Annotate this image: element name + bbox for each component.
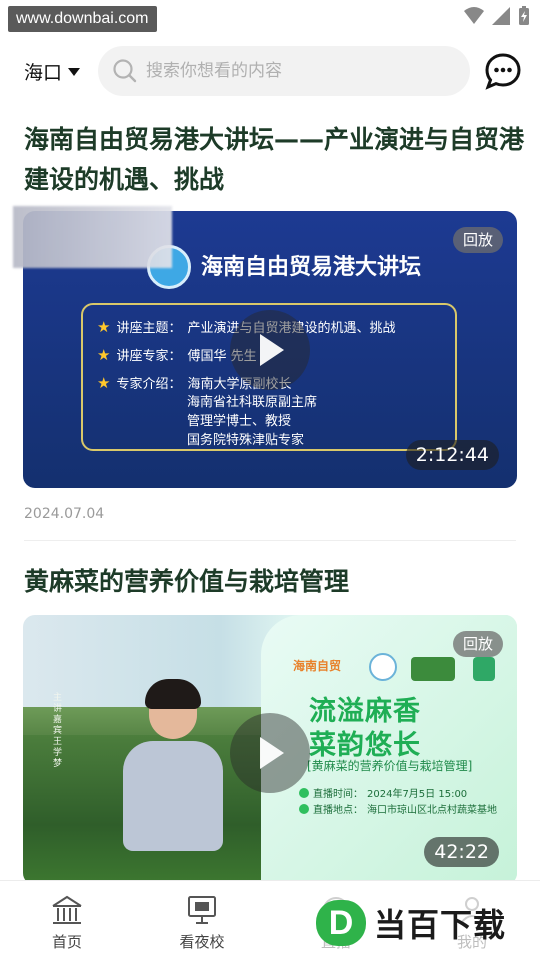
partner-logo [473, 657, 495, 681]
monitor-icon [188, 896, 216, 924]
battery-icon [519, 6, 529, 25]
status-icons [464, 6, 530, 26]
line-label: 讲座专家： [116, 349, 182, 364]
star-icon: ★ [97, 318, 111, 336]
thumbnail-subline: 管理学博士、教授 [187, 414, 292, 429]
replay-badge: 回放 [452, 631, 503, 657]
caret-down-icon [68, 67, 81, 76]
poster-subtitle: [黄麻菜的营养价值与栽培管理] [307, 759, 473, 773]
line-label: 讲座主题： [116, 321, 182, 336]
info-value: 2024年7月5日 15:00 [367, 789, 468, 800]
play-icon[interactable] [230, 713, 310, 793]
thumbnail-subline: 国务院特殊津贴专家 [187, 433, 305, 448]
blurred-region [13, 206, 172, 268]
partner-logo [369, 653, 397, 681]
article-title[interactable]: 海南自由贸易港大讲坛——产业演进与自贸港建设的机遇、挑战 [24, 120, 524, 200]
watermark-text: 当百下载 [374, 906, 507, 944]
info-label: 直播地点： [313, 805, 363, 816]
poster-info-time: 直播时间： 2024年7月5日 15:00 [299, 785, 467, 800]
divider [24, 540, 516, 541]
watermark-url: www.downbai.com [8, 6, 157, 32]
corner-watermark: D 当百下载 [316, 900, 506, 946]
search-icon [113, 59, 137, 83]
city-label: 海口 [24, 62, 63, 84]
search-input[interactable] [146, 61, 446, 81]
top-header: 海口 [0, 44, 540, 100]
guest-vertical-text: 主讲嘉宾 王学梦 [53, 693, 63, 769]
star-icon: ★ [97, 374, 111, 392]
star-icon: ★ [97, 346, 111, 364]
replay-badge: 回放 [452, 227, 503, 253]
nav-item-home[interactable]: 首页 [27, 893, 107, 952]
thumbnail-heading: 海南自由贸易港大讲坛 [201, 255, 422, 280]
video-thumbnail[interactable]: 主讲嘉宾 王学梦 海南自贸 流溢麻香 菜韵悠长 [黄麻菜的营养价值与栽培管理] … [23, 615, 517, 885]
nav-label: 看夜校 [179, 933, 225, 951]
status-bar: www.downbai.com [0, 0, 540, 36]
nav-label: 首页 [51, 933, 82, 951]
watermark-logo: D [316, 900, 366, 946]
search-bar[interactable] [98, 46, 470, 96]
duration-label: 2:12:44 [405, 440, 499, 470]
home-icon [52, 895, 82, 924]
nav-item-night-school[interactable]: 看夜校 [162, 893, 242, 952]
bullet-icon [299, 803, 309, 814]
poster-info-place: 直播地点： 海口市琼山区北点村蔬菜基地 [299, 801, 497, 816]
info-value: 海口市琼山区北点村蔬菜基地 [367, 805, 497, 816]
message-icon[interactable] [484, 52, 522, 90]
thumbnail-subline: 海南省社科联原副主席 [187, 395, 318, 410]
bullet-icon [299, 787, 309, 798]
city-selector[interactable]: 海口 [24, 58, 81, 85]
signal-icon [492, 7, 510, 25]
play-icon[interactable] [230, 310, 310, 390]
info-label: 直播时间： [313, 789, 363, 800]
article-title[interactable]: 黄麻菜的营养价值与栽培管理 [24, 562, 524, 602]
line-label: 专家介绍： [116, 377, 182, 392]
publish-date: 2024.07.04 [24, 506, 105, 522]
brand-logo: 海南自贸 [293, 659, 342, 673]
wifi-icon [464, 7, 484, 24]
duration-label: 42:22 [424, 837, 499, 867]
speaker-photo [119, 679, 229, 853]
partner-logo [411, 657, 455, 681]
